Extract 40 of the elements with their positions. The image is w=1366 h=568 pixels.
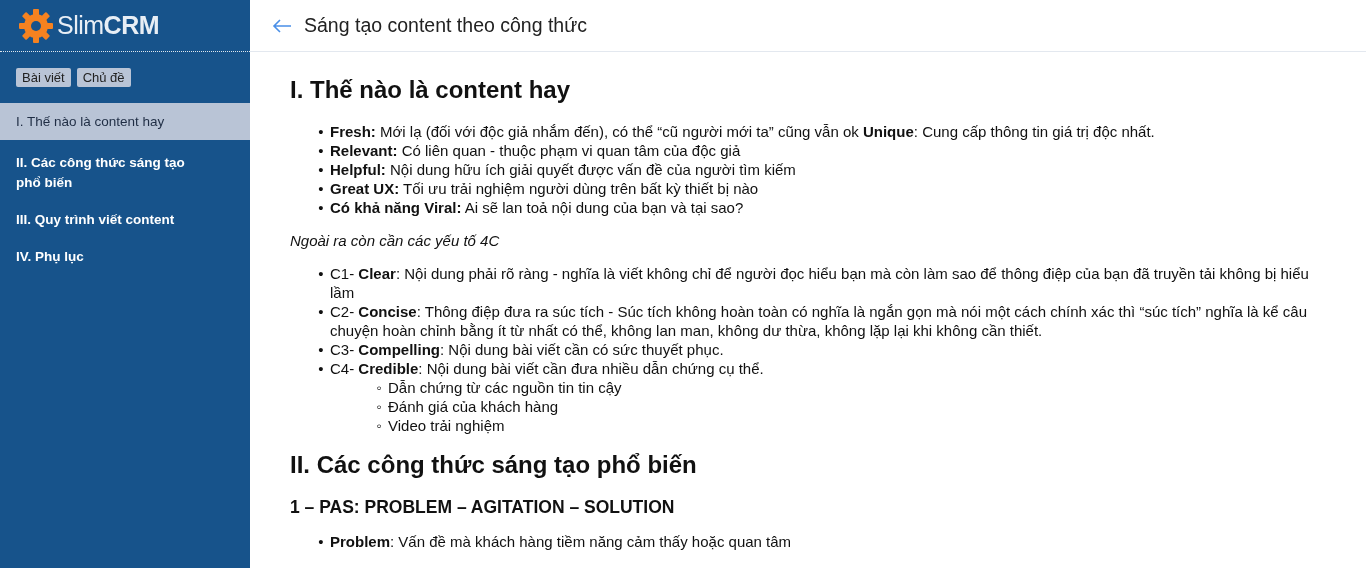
bullet-icon: • — [312, 532, 330, 551]
list-item-text: C4- Credible: Nội dung bài viết cần đưa nhiều dẫn chứng cụ thể. — [330, 360, 764, 377]
sidebar-item[interactable]: II. Các công thức sáng tạo phổ biến — [0, 144, 250, 201]
list-item-text: Relevant: Có liên quan - thuộc phạm vi quan tâm của độc giả — [330, 142, 741, 159]
filter-button[interactable]: Chủ đề — [76, 68, 131, 87]
gear-icon — [18, 7, 54, 44]
bullet-icon: ◦ — [370, 378, 388, 397]
bullet-icon: • — [312, 340, 330, 359]
filter-button[interactable]: Bài viết — [16, 68, 71, 87]
bullet-icon: • — [312, 122, 330, 141]
list-item-text: Đánh giá của khách hàng — [388, 398, 559, 415]
note-text: Ngoài ra còn cần các yếu tố 4C — [290, 231, 501, 250]
section-heading: I. Thế nào là content hay — [290, 76, 572, 104]
list-item-text: C1- Clear: Nội dung phải rõ ràng - nghĩa là viết không chỉ để người đọc hiểu bạn mà còn làm sao để thông điệp của bạn đã truyền tải không bị hiểu lầm — [330, 265, 1309, 301]
list-item-text: Fresh: Mới lạ (đối với độc giả nhắm đến), có thể “cũ người mới ta” cũng vẫn ok Unique: Cung cấp thông tin giá trị độc nhất. — [330, 123, 1155, 140]
list-item-text: Dẫn chứng từ các nguồn tin tin cậy — [388, 379, 622, 396]
bullet-icon: • — [312, 359, 330, 435]
list-item-text: C3- Compelling: Nội dung bài viết cần có sức thuyết phục. — [330, 341, 724, 358]
bullet-icon: ◦ — [370, 416, 388, 435]
bullet-icon: • — [312, 302, 330, 340]
list-item-text: Helpful: Nội dung hữu ích giải quyết được vấn đề của người tìm kiếm — [330, 161, 796, 178]
list-item-text: Có khả năng Viral: Ai sẽ lan toả nội dung của bạn và tại sao? — [330, 199, 744, 216]
logo-text: SlimCRM — [57, 11, 160, 40]
subsection-heading: 1 – PAS: PROBLEM – AGITATION – SOLUTION — [290, 497, 676, 518]
bullet-icon: • — [312, 179, 330, 198]
bullet-icon: • — [312, 198, 330, 217]
list-item-text: Video trải nghiệm — [388, 417, 505, 434]
page-title: Sáng tạo content theo công thức — [304, 14, 587, 37]
list-item-text: C2- Concise: Thông điệp đưa ra súc tích - Súc tích không hoàn toàn có nghĩa là ngắn gọn mà nói một cách chính xác thì “súc tích” nghĩa là kể câu chuyện hoàn chỉnh bằng ít từ nhất có thể, không lan man, không dư thừa, không lặp lại khi không cần thiết. — [330, 303, 1307, 339]
bullet-icon: • — [312, 160, 330, 179]
sidebar-item[interactable]: III. Quy trình viết content — [0, 201, 250, 238]
list-item-text: Great UX: Tối ưu trải nghiệm người dùng trên bất kỳ thiết bị nào — [330, 180, 759, 197]
section-heading: II. Các công thức sáng tạo phổ biến — [290, 451, 698, 479]
bullet-icon: ◦ — [370, 397, 388, 416]
bullet-icon: • — [312, 264, 330, 302]
bullet-icon: • — [312, 141, 330, 160]
sidebar-item[interactable]: I. Thế nào là content hay — [0, 103, 250, 140]
list-item-text: Problem: Vấn đề mà khách hàng tiềm năng cảm thấy hoặc quan tâm — [330, 533, 792, 550]
sidebar-item[interactable]: IV. Phụ lục — [0, 238, 250, 275]
back-arrow-icon[interactable] — [272, 18, 292, 33]
